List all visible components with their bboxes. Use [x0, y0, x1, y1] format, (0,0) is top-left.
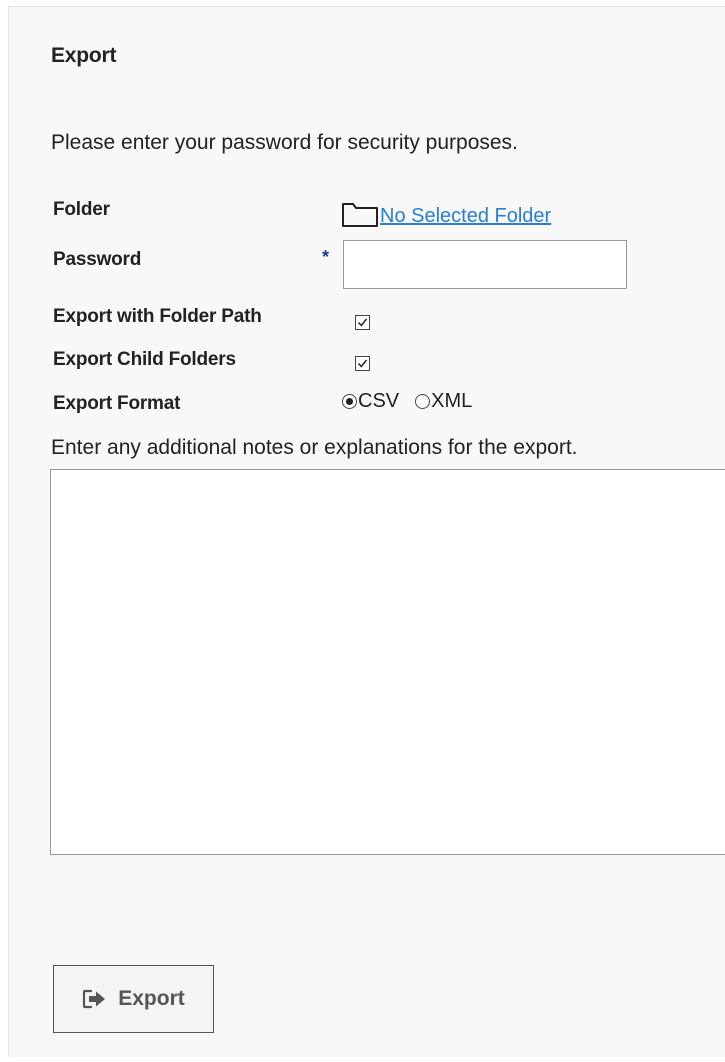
- export-button-label: Export: [118, 987, 185, 1010]
- password-label: Password: [53, 249, 142, 270]
- folder-selector[interactable]: No Selected Folder: [341, 196, 551, 228]
- folder-icon[interactable]: [341, 200, 379, 228]
- export-button[interactable]: Export: [53, 965, 214, 1033]
- xml-radio[interactable]: [415, 394, 431, 409]
- checkmark-icon: [357, 359, 368, 368]
- xml-radio-label[interactable]: XML: [431, 390, 472, 413]
- csv-radio[interactable]: [342, 394, 357, 409]
- export-child-folders-label: Export Child Folders: [53, 349, 236, 370]
- notes-textarea[interactable]: [50, 469, 725, 855]
- export-format-options: CSV XML: [342, 390, 488, 413]
- dialog-title: Export: [51, 44, 117, 67]
- export-format-label: Export Format: [53, 393, 181, 414]
- csv-radio-label[interactable]: CSV: [358, 390, 399, 413]
- export-with-folder-path-checkbox[interactable]: [355, 315, 370, 330]
- export-with-folder-path-label: Export with Folder Path: [53, 306, 262, 327]
- export-child-folders-checkbox[interactable]: [355, 356, 370, 371]
- intro-text: Please enter your password for security …: [51, 131, 518, 154]
- no-selected-folder-link[interactable]: No Selected Folder: [380, 204, 551, 228]
- password-input[interactable]: [343, 240, 627, 289]
- folder-label: Folder: [53, 199, 110, 220]
- notes-instruction: Enter any additional notes or explanatio…: [51, 436, 578, 459]
- checkmark-icon: [357, 318, 368, 327]
- sign-out-arrow-icon: [82, 988, 108, 1010]
- required-marker: *: [322, 247, 330, 267]
